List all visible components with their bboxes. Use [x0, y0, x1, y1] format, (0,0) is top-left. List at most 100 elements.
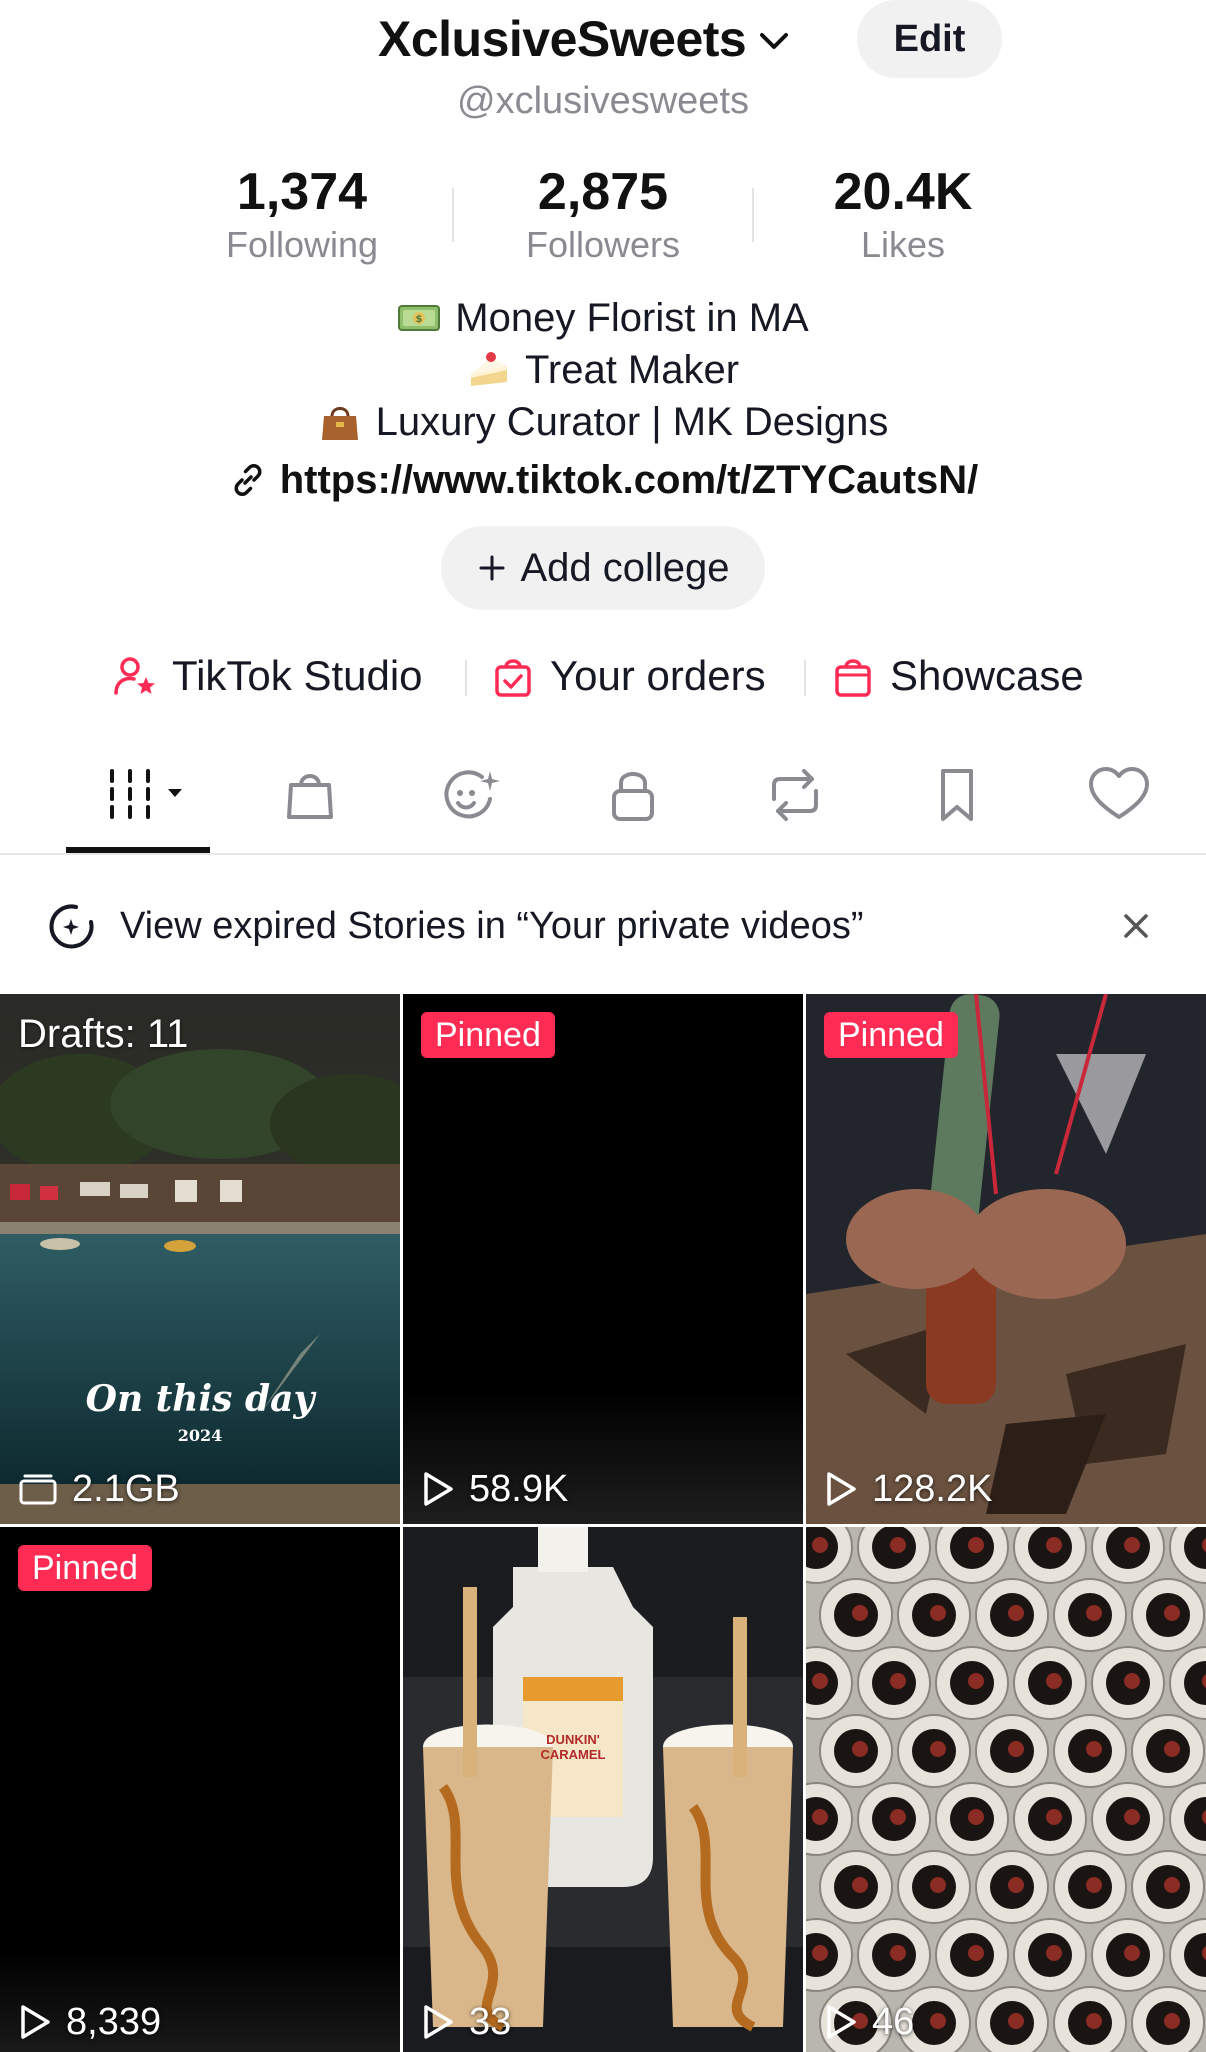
tab-stories[interactable] — [411, 745, 531, 845]
video-tile[interactable]: Pinned 8,339 — [0, 1527, 400, 2052]
video-tile[interactable]: Pinned 58.9K — [403, 994, 803, 1524]
followers-label: Followers — [525, 224, 681, 265]
orders-icon — [495, 659, 531, 697]
svg-text:$: $ — [416, 314, 423, 325]
draft-storage: 2.1GB — [18, 1464, 180, 1514]
view-count: 8,339 — [18, 1997, 161, 2047]
tool-label: TikTok Studio — [172, 652, 423, 699]
bio-line: Treat Maker — [0, 344, 1206, 396]
storage-size: 2.1GB — [72, 1467, 180, 1510]
view-count: 128.2K — [824, 1464, 992, 1514]
tab-favorites[interactable] — [897, 745, 1017, 845]
product-label: DUNKIN' CARAMEL — [540, 1732, 606, 1762]
shop-bag-icon — [287, 774, 333, 819]
play-icon — [827, 1472, 856, 1506]
expired-stories-banner[interactable]: View expired Stories in “Your private vi… — [0, 862, 1206, 990]
your-orders-button[interactable]: Your orders — [490, 640, 766, 712]
view-count-value: 128.2K — [872, 1467, 993, 1510]
handbag-icon — [321, 407, 358, 440]
divider — [804, 660, 806, 696]
play-icon — [424, 2005, 453, 2039]
profile-header: XclusiveSweets Edit @xclusivesweets — [0, 0, 1206, 122]
followers-count: 2,875 — [537, 163, 669, 221]
profile-stats: 1,374 Following 2,875 Followers 20.4K Li… — [0, 160, 1206, 270]
tab-reposts[interactable] — [735, 745, 855, 845]
view-count: 33 — [421, 1997, 511, 2047]
view-count-value: 58.9K — [469, 1467, 569, 1510]
showcase-button[interactable]: Showcase — [830, 640, 1084, 712]
active-tab-indicator — [66, 847, 210, 853]
tiktok-studio-button[interactable]: TikTok Studio — [112, 640, 423, 712]
view-count: 46 — [824, 1997, 914, 2047]
showcase-icon — [835, 659, 871, 697]
following-label: Following — [225, 224, 379, 265]
drafts-count: Drafts: 11 — [18, 1012, 189, 1056]
private-lock-icon — [612, 772, 654, 821]
banner-text: View expired Stories in “Your private vi… — [120, 905, 864, 947]
stories-icon — [444, 770, 500, 819]
repost-icon — [772, 769, 818, 821]
divider — [465, 660, 467, 696]
liked-heart-icon — [1089, 767, 1149, 819]
close-icon[interactable] — [1116, 906, 1156, 946]
creator-tools: TikTok Studio Your orders Showcase — [0, 640, 1206, 712]
video-grid: Drafts: 11 On this day 2024 2.1GB Pinned — [0, 994, 1206, 2052]
bio-text: Money Florist in MA — [455, 296, 809, 340]
bio-line: Luxury Curator | MK Designs — [0, 396, 1206, 448]
view-count: 58.9K — [421, 1464, 568, 1514]
tab-private[interactable] — [573, 745, 693, 845]
bio-text: Luxury Curator | MK Designs — [375, 400, 889, 444]
add-college-label: Add college — [520, 545, 730, 590]
divider — [752, 188, 754, 242]
tab-videos[interactable] — [80, 745, 200, 845]
drafts-tile[interactable]: Drafts: 11 On this day 2024 2.1GB — [0, 994, 400, 1524]
view-count-value: 33 — [469, 2000, 512, 2043]
bio-line: $ Money Florist in MA — [0, 292, 1206, 344]
containers-thumbnail — [806, 1527, 1206, 2052]
storage-icon — [19, 1474, 57, 1505]
bio-link-text[interactable]: https://www.tiktok.com/t/ZTYCautsN/ — [280, 458, 979, 503]
edit-profile-button[interactable]: Edit — [857, 0, 1002, 78]
studio-icon — [114, 657, 155, 695]
divider — [452, 188, 454, 242]
videos-grid-icon — [110, 769, 182, 819]
pinned-badge: Pinned — [421, 1012, 555, 1058]
chevron-down-icon[interactable] — [754, 21, 794, 61]
play-icon — [21, 2005, 50, 2039]
link-icon — [234, 464, 262, 496]
likes-label: Likes — [860, 224, 946, 265]
video-tile[interactable]: Pinned 128.2K — [806, 994, 1206, 1524]
add-college-button[interactable]: Add college — [441, 526, 765, 610]
following-stat[interactable]: 1,374 Following — [172, 160, 432, 266]
on-this-day-caption: On this day — [85, 1378, 315, 1420]
caramel-drinks-thumbnail — [403, 1527, 803, 2052]
pinned-badge: Pinned — [824, 1012, 958, 1058]
pinned-badge: Pinned — [18, 1545, 152, 1591]
account-switcher[interactable]: XclusiveSweets — [378, 8, 794, 70]
video-tile[interactable]: DUNKIN' CARAMEL 33 — [403, 1527, 803, 2052]
bookmark-icon — [941, 769, 973, 821]
view-count-value: 46 — [872, 2000, 915, 2043]
following-count: 1,374 — [236, 163, 368, 221]
cake-icon — [470, 352, 507, 386]
followers-stat[interactable]: 2,875 Followers — [473, 160, 733, 266]
tool-label: Your orders — [550, 652, 766, 699]
bio-link[interactable]: https://www.tiktok.com/t/ZTYCautsN/ — [0, 452, 1206, 508]
video-thumbnail — [403, 994, 803, 1524]
play-icon — [827, 2005, 856, 2039]
likes-stat[interactable]: 20.4K Likes — [773, 160, 1033, 266]
tab-liked[interactable] — [1059, 745, 1179, 845]
username-handle: @xclusivesweets — [457, 80, 749, 122]
play-icon — [424, 1472, 453, 1506]
video-tile[interactable]: 46 — [806, 1527, 1206, 2052]
profile-tabs — [0, 745, 1206, 855]
profile-bio: $ Money Florist in MA Treat Maker Luxury… — [0, 292, 1206, 448]
likes-count: 20.4K — [833, 163, 973, 221]
video-thumbnail — [0, 1527, 400, 2052]
tab-shop[interactable] — [250, 745, 370, 845]
display-name[interactable]: XclusiveSweets — [378, 10, 747, 68]
bio-text: Treat Maker — [524, 348, 740, 392]
plus-icon — [479, 555, 505, 581]
tool-label: Showcase — [890, 652, 1084, 699]
story-add-icon — [49, 904, 94, 949]
